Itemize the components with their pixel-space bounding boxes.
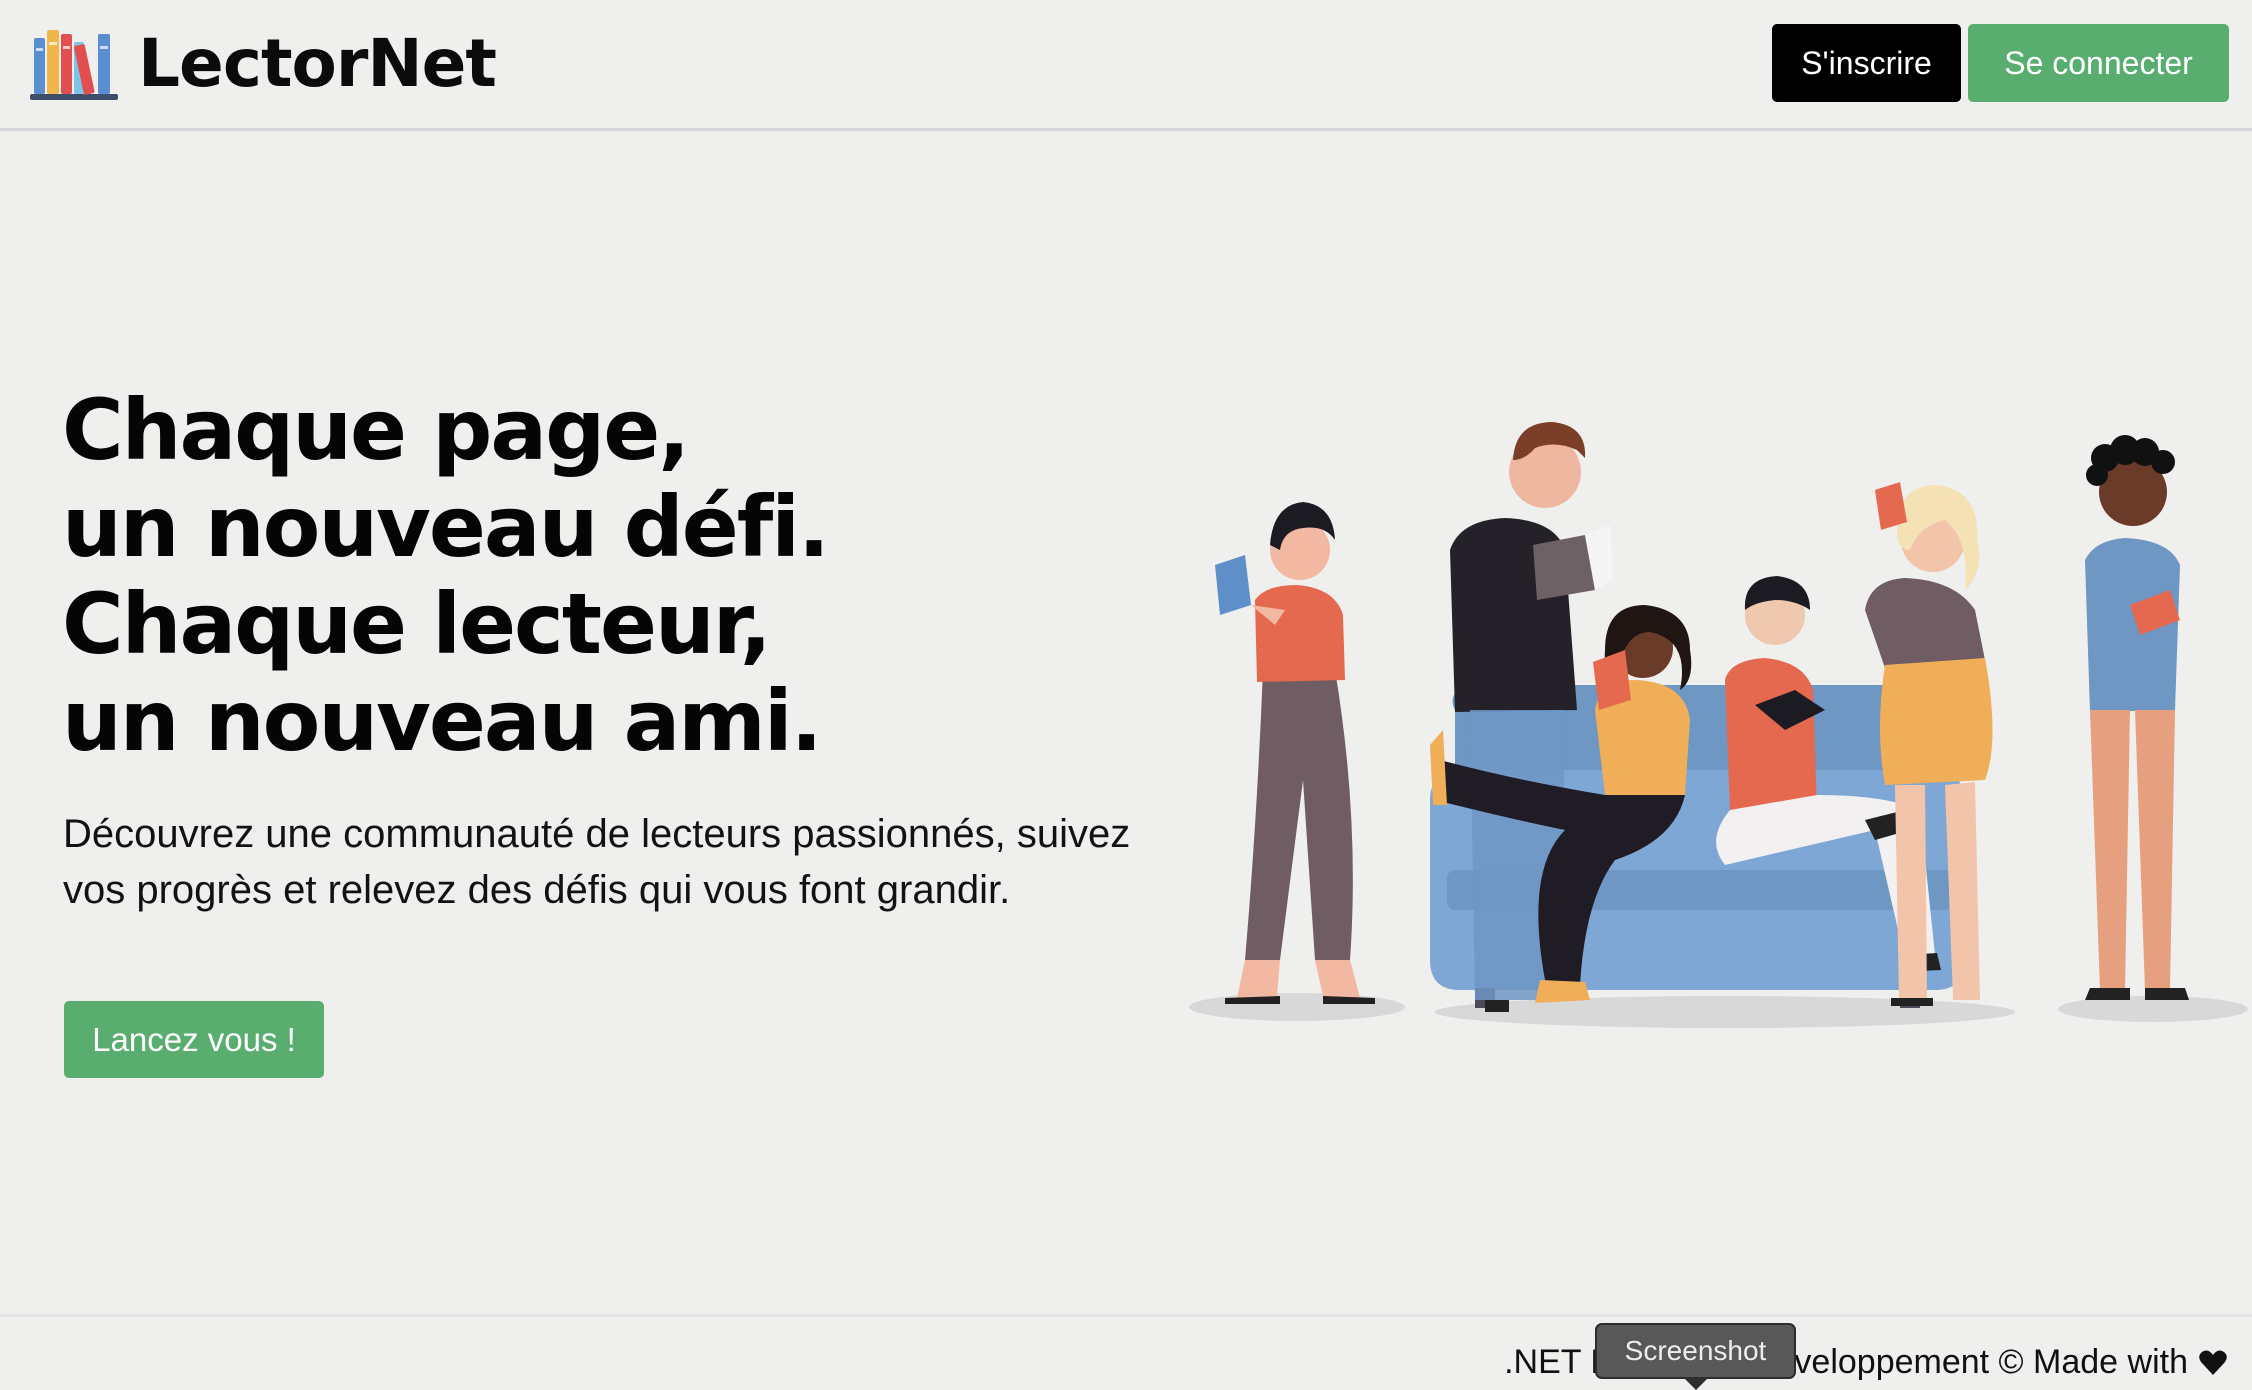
books-icon bbox=[30, 30, 118, 100]
site-header: LectorNet S'inscrire Se connecter bbox=[0, 0, 2252, 131]
site-footer: .NET Full-Stack Developpement © Made wit… bbox=[0, 1314, 2252, 1390]
hero-subtitle: Découvrez une communauté de lecteurs pas… bbox=[63, 812, 1131, 912]
brand-logo-link[interactable]: LectorNet bbox=[26, 25, 497, 102]
brand-name: LectorNet bbox=[138, 25, 497, 102]
screenshot-tooltip: Screenshot bbox=[1595, 1323, 1796, 1379]
hero-title-line: un nouveau défi. bbox=[62, 478, 830, 576]
signup-button[interactable]: S'inscrire bbox=[1772, 24, 1961, 102]
tooltip-arrow bbox=[1684, 1378, 1708, 1390]
login-button[interactable]: Se connecter bbox=[1968, 24, 2229, 102]
hero-title: Chaque page, un nouveau défi. Chaque lec… bbox=[62, 382, 1162, 770]
get-started-button[interactable]: Lancez vous ! bbox=[64, 1001, 324, 1078]
hero-title-line: Chaque page, bbox=[62, 381, 690, 479]
people-reading-illustration bbox=[1189, 422, 2248, 1028]
reader-man-right bbox=[2085, 435, 2189, 1000]
heart-icon bbox=[2199, 1350, 2227, 1375]
hero-title-line: un nouveau ami. bbox=[62, 672, 823, 770]
hero-title-line: Chaque lecteur, bbox=[62, 575, 772, 673]
reader-woman-left bbox=[1215, 502, 1375, 1004]
